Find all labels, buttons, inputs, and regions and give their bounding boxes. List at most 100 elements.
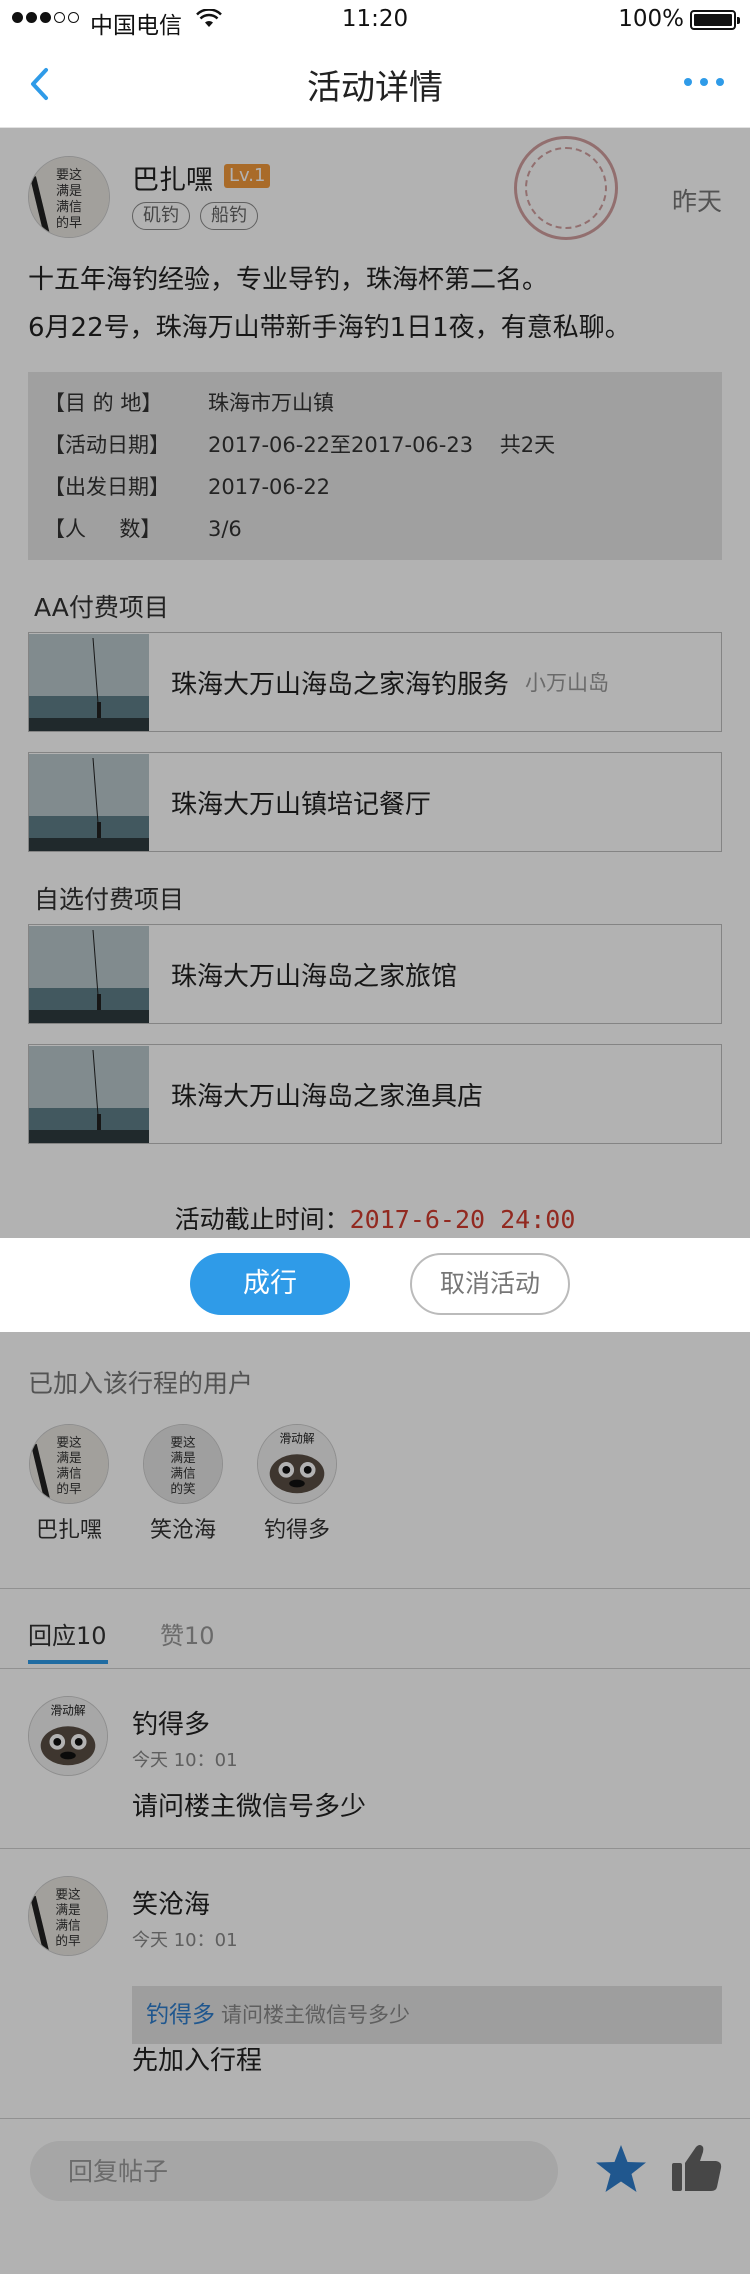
svg-text:要这: 要这	[56, 167, 82, 183]
reply-author[interactable]: 笑沧海	[132, 1884, 210, 1921]
info-row-depart-date: 【出发日期】 2017-06-22	[44, 466, 722, 508]
svg-text:要这: 要这	[55, 1886, 81, 1901]
post-author-name[interactable]: 巴扎嘿	[132, 158, 213, 197]
quoted-text: 请问楼主微信号多少	[221, 2003, 410, 2027]
level-badge: Lv.1	[224, 164, 271, 188]
aa-item-card[interactable]: 珠海大万山海岛之家海钓服务 小万山岛	[28, 632, 722, 732]
svg-text:满信: 满信	[55, 1918, 80, 1933]
svg-text:的早: 的早	[56, 1481, 82, 1496]
reply-input[interactable]	[30, 2141, 558, 2201]
more-dots-icon[interactable]	[684, 78, 724, 86]
svg-text:满是: 满是	[56, 1450, 82, 1465]
deadline-value: 2017-6-20 24:00	[349, 1205, 576, 1234]
fishing-thumbnail-image	[29, 753, 149, 851]
joined-user-name: 笑沧海	[149, 1518, 216, 1543]
tab-likes[interactable]: 赞10	[160, 1616, 215, 1651]
quoted-reply: 钓得多 请问楼主微信号多少	[132, 1986, 722, 2044]
info-row-destination: 【目 的 地】 珠海市万山镇	[44, 382, 722, 424]
reply-tabs: 回应10 赞10	[0, 1590, 750, 1666]
star-icon[interactable]	[594, 2143, 648, 2195]
calligraphy-avatar-image: 要这 满是 满信 的早	[29, 157, 109, 237]
fishing-stamp-decoration	[514, 136, 618, 240]
svg-text:满是: 满是	[170, 1450, 196, 1465]
info-value: 3/6	[208, 517, 242, 541]
svg-text:满信: 满信	[56, 200, 82, 215]
activity-info-box: 【目 的 地】 珠海市万山镇 【活动日期】 2017-06-22至2017-06…	[28, 372, 722, 560]
info-label: 【出发日期】	[44, 475, 170, 499]
svg-text:滑动解: 滑动解	[50, 1704, 85, 1718]
item-name: 珠海大万山海岛之家旅馆	[171, 961, 458, 992]
avatar[interactable]: 滑动解	[28, 1696, 108, 1776]
info-value: 2017-06-22	[208, 475, 331, 499]
optional-item-card[interactable]: 珠海大万山海岛之家渔具店	[28, 1044, 722, 1144]
joined-user[interactable]: 滑动解 钓得多	[256, 1424, 338, 1544]
avatar: 滑动解	[257, 1424, 337, 1504]
svg-text:满是: 满是	[55, 1902, 81, 1917]
reply-author[interactable]: 钓得多	[132, 1704, 210, 1741]
page-title: 活动详情	[307, 68, 443, 108]
reply-item: 要这 满是 满信 的早 笑沧海 今天 10：01 钓得多 请问楼主微信号多少 先加入行程	[0, 1848, 750, 2102]
item-name: 珠海大万山海岛之家渔具店	[171, 1081, 484, 1112]
joined-user[interactable]: 要这 满是 满信 的笑 笑沧海	[142, 1424, 224, 1544]
quoted-author[interactable]: 钓得多	[146, 2002, 215, 2028]
item-name: 珠海大万山镇培记餐厅	[171, 789, 432, 820]
nav-bar: 活动详情	[0, 40, 750, 128]
post-header: 要这 满是 满信 的早 巴扎嘿 Lv.1 矶钓 船钓 昨天	[28, 136, 722, 240]
aa-item-card[interactable]: 珠海大万山镇培记餐厅	[28, 752, 722, 852]
info-label: 【活动日期】	[44, 433, 170, 457]
reply-text: 请问楼主微信号多少	[132, 1792, 367, 1822]
joined-user-name: 钓得多	[263, 1518, 330, 1543]
info-value: 2017-06-22至2017-06-23 共2天	[208, 433, 556, 457]
battery-percent: 100%	[618, 6, 684, 32]
reply-time: 今天 10：01	[132, 1930, 238, 1951]
post-text-line: 十五年海钓经验，专业导钓，珠海杯第二名。	[28, 265, 549, 295]
fishing-thumbnail-image	[29, 925, 149, 1023]
optional-section-title: 自选付费项目	[34, 885, 185, 914]
svg-text:的早: 的早	[56, 215, 82, 231]
tab-replies[interactable]: 回应10	[28, 1616, 107, 1651]
svg-text:要这: 要这	[56, 1434, 82, 1449]
tag: 船钓	[200, 202, 258, 230]
info-row-people: 【人 数】 3/6	[44, 508, 722, 550]
joined-users-title: 已加入该行程的用户	[28, 1369, 254, 1398]
fishing-thumbnail-image	[29, 633, 149, 731]
thumbs-up-icon[interactable]	[670, 2141, 724, 2195]
svg-text:的早: 的早	[55, 1933, 81, 1948]
item-location: 小万山岛	[525, 671, 610, 695]
tag-list: 矶钓 船钓	[132, 202, 258, 230]
reply-text: 先加入行程	[132, 2046, 263, 2076]
svg-text:滑动解: 滑动解	[279, 1432, 314, 1446]
svg-text:满是: 满是	[56, 184, 82, 199]
item-name: 珠海大万山海岛之家海钓服务	[171, 669, 510, 700]
joined-user-name: 巴扎嘿	[35, 1518, 102, 1543]
joined-users-list: 要这 满是 满信 的早 巴扎嘿 要这 满是 满信 的笑 笑沧海 滑动解 钓得多	[28, 1424, 338, 1544]
deadline-label: 活动截止时间：	[174, 1205, 350, 1234]
status-bar: 中国电信 11:20 100%	[0, 0, 750, 40]
battery-icon	[690, 10, 740, 30]
fishing-thumbnail-image	[29, 1045, 149, 1143]
info-label: 【人 数】	[44, 517, 162, 541]
reply-footer	[0, 2118, 750, 2218]
action-bar: 成行 取消活动	[0, 1238, 750, 1332]
active-tab-indicator	[28, 1660, 108, 1664]
optional-item-card[interactable]: 珠海大万山海岛之家旅馆	[28, 924, 722, 1024]
deadline: 活动截止时间：2017-6-20 24:00	[0, 1200, 750, 1236]
joined-user[interactable]: 要这 满是 满信 的早 巴扎嘿	[28, 1424, 110, 1544]
svg-text:的笑: 的笑	[170, 1481, 196, 1496]
info-value: 珠海市万山镇	[208, 391, 334, 415]
svg-text:要这: 要这	[170, 1434, 196, 1449]
confirm-activity-button[interactable]: 成行	[190, 1253, 350, 1315]
reply-item: 滑动解 钓得多 今天 10：01 请问楼主微信号多少	[0, 1668, 750, 1848]
post-text-line: 6月22号，珠海万山带新手海钓1日1夜，有意私聊。	[28, 313, 631, 343]
post-body: 十五年海钓经验，专业导钓，珠海杯第二名。 6月22号，珠海万山带新手海钓1日1夜…	[28, 256, 722, 352]
post-time: 昨天	[671, 187, 722, 216]
avatar: 要这 满是 满信 的早	[29, 1424, 109, 1504]
avatar[interactable]: 要这 满是 满信 的早	[28, 156, 110, 238]
avatar: 要这 满是 满信 的笑	[143, 1424, 223, 1504]
aa-section-title: AA付费项目	[34, 593, 169, 622]
info-label: 【目 的 地】	[44, 391, 163, 415]
cancel-activity-button[interactable]: 取消活动	[410, 1253, 570, 1315]
avatar[interactable]: 要这 满是 满信 的早	[28, 1876, 108, 1956]
reply-time: 今天 10：01	[132, 1750, 238, 1771]
svg-text:满信: 满信	[56, 1466, 81, 1481]
